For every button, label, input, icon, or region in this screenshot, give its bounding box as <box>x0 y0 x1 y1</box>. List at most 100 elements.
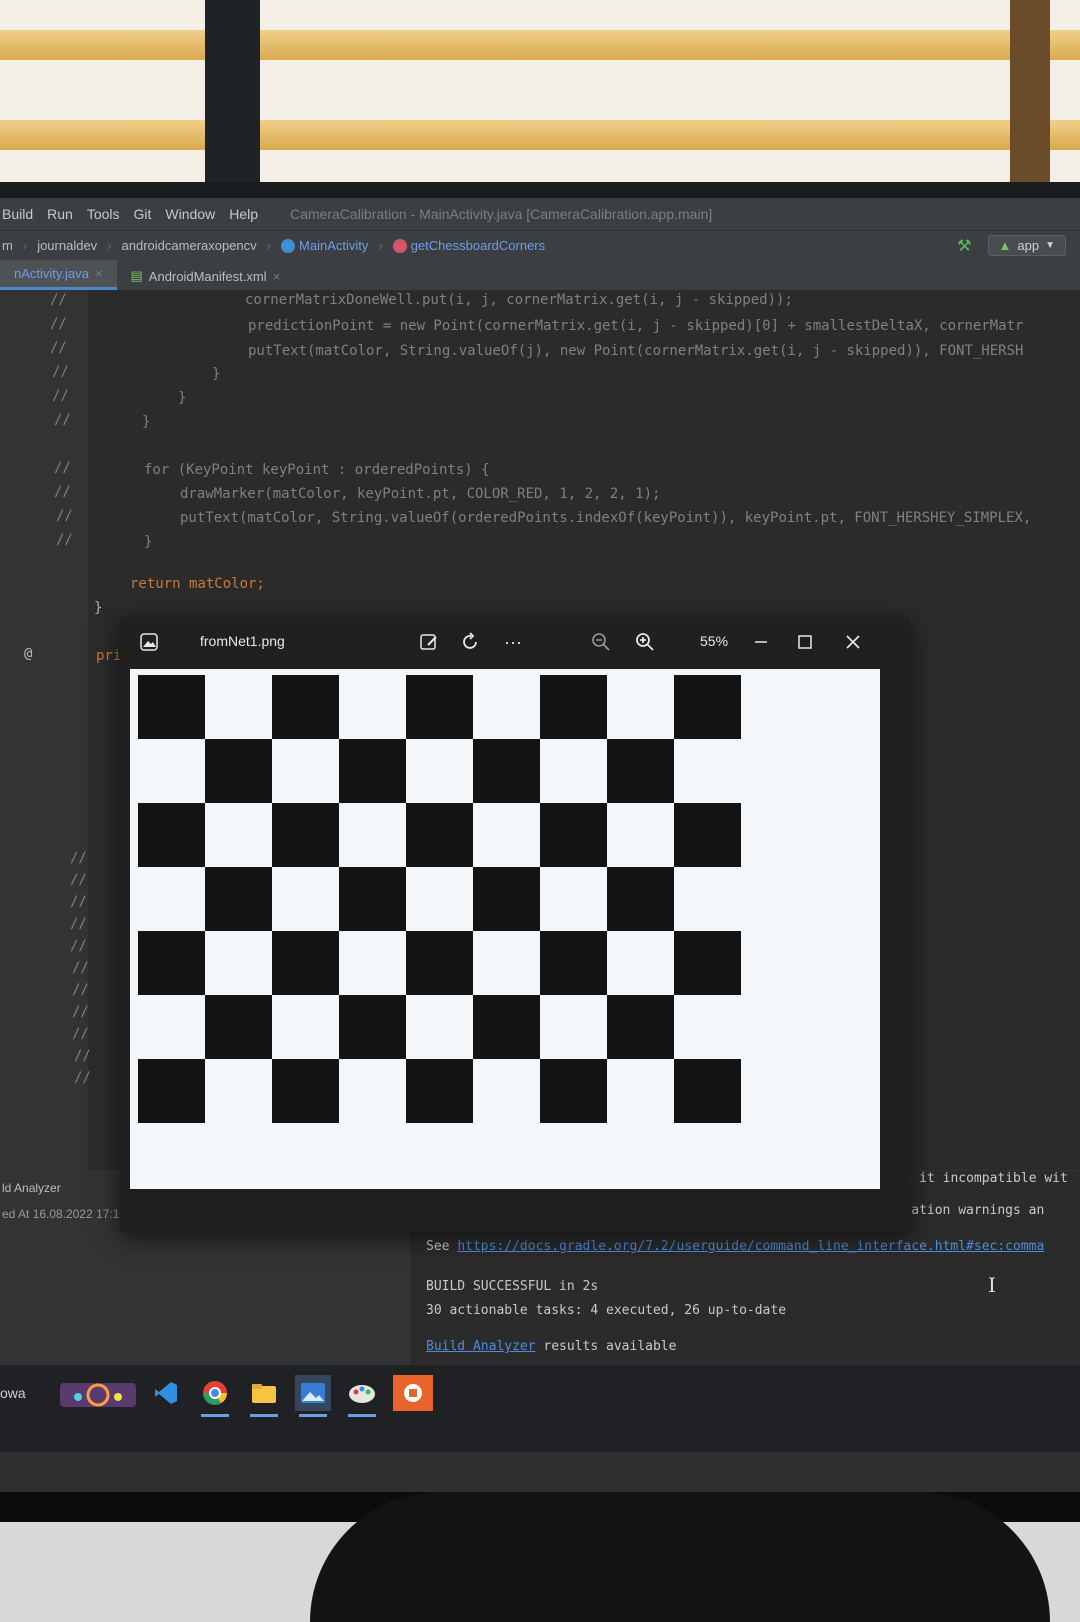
zoom-level: 55% <box>700 633 729 649</box>
maximize-icon[interactable] <box>794 631 816 653</box>
breadcrumb-class-label: MainActivity <box>299 238 369 253</box>
menu-bar: Build Run Tools Git Window Help CameraCa… <box>0 198 1080 230</box>
console-line: 30 actionable tasks: 4 executed, 26 up-t… <box>426 1303 787 1318</box>
console-line: Build Analyzer results available <box>426 1339 676 1354</box>
chessboard-square <box>406 931 473 995</box>
comment-marker: // <box>72 960 89 976</box>
menu-help[interactable]: Help <box>229 206 258 222</box>
code-line: } <box>212 366 221 382</box>
code-line: } <box>144 534 153 550</box>
code-line: cornerMatrixDoneWell.put(i, j, cornerMat… <box>245 292 793 308</box>
chessboard-square <box>607 995 674 1059</box>
chessboard-square <box>406 1059 473 1123</box>
hammer-icon[interactable]: ⚒ <box>957 236 971 256</box>
comment-marker: // <box>52 388 69 404</box>
breadcrumb-item[interactable]: journaldev <box>37 238 97 253</box>
chessboard-square <box>674 1059 741 1123</box>
chessboard-square <box>339 867 406 931</box>
menu-window[interactable]: Window <box>165 206 215 222</box>
zoom-in-icon[interactable] <box>634 631 656 653</box>
comment-marker: // <box>54 412 71 428</box>
chessboard-square <box>138 931 205 995</box>
menu-run[interactable]: Run <box>47 206 73 222</box>
chevron-right-icon: › <box>22 238 28 253</box>
close-icon[interactable] <box>842 631 864 653</box>
comment-marker: // <box>72 1004 89 1020</box>
console-results-label: results available <box>543 1339 677 1354</box>
close-icon[interactable]: × <box>95 266 103 281</box>
breadcrumb-item[interactable]: androidcameraxopencv <box>122 238 257 253</box>
code-line: } <box>178 390 187 406</box>
image-filename: fromNet1.png <box>200 633 285 649</box>
vscode-icon[interactable] <box>148 1375 184 1411</box>
code-line: predictionPoint = new Point(cornerMatrix… <box>248 318 1024 334</box>
viewer-titlebar: fromNet1.png ··· 55% <box>120 617 910 667</box>
chessboard-square <box>473 867 540 931</box>
chessboard-square <box>205 867 272 931</box>
chessboard-square <box>138 1059 205 1123</box>
chessboard-square <box>473 739 540 803</box>
comment-marker: // <box>70 894 87 910</box>
code-line: putText(matColor, String.valueOf(j), new… <box>248 343 1024 359</box>
taskbar-label: owa <box>0 1385 26 1401</box>
comment-marker: // <box>70 872 87 888</box>
taskbar: owa <box>0 1365 1080 1453</box>
comment-marker: // <box>74 1048 91 1064</box>
more-options-icon[interactable]: ··· <box>502 631 524 653</box>
chevron-right-icon: › <box>107 238 112 253</box>
android-icon: ▲ <box>998 238 1012 253</box>
window-blinds-background <box>0 0 1080 190</box>
chessboard-square <box>138 803 205 867</box>
chessboard-image <box>130 669 880 1189</box>
close-icon[interactable]: × <box>273 269 281 284</box>
chrome-icon[interactable] <box>197 1375 233 1417</box>
window-title: CameraCalibration - MainActivity.java [C… <box>290 206 713 222</box>
code-area: // cornerMatrixDoneWell.put(i, j, corner… <box>0 290 1031 1086</box>
gradle-docs-link[interactable]: https://docs.gradle.org/7.2/userguide/co… <box>457 1239 1044 1254</box>
comment-marker: // <box>54 484 71 500</box>
menu-build[interactable]: Build <box>2 206 33 222</box>
chessboard-square <box>272 931 339 995</box>
comment-marker: // <box>50 340 67 356</box>
photo-viewer-window: fromNet1.png ··· 55% <box>120 617 910 1232</box>
code-line: drawMarker(matColor, keyPoint.pt, COLOR_… <box>180 486 661 502</box>
chessboard-square <box>540 675 607 739</box>
comment-marker: // <box>70 916 87 932</box>
edit-image-icon[interactable] <box>418 631 440 653</box>
breadcrumb-class[interactable]: MainActivity <box>281 238 368 253</box>
breadcrumb-item[interactable]: m <box>2 238 13 253</box>
minimize-icon[interactable] <box>750 631 772 653</box>
chessboard-square <box>138 675 205 739</box>
breadcrumb: m › journaldev › androidcameraxopencv › … <box>0 230 1080 260</box>
run-config-label: app <box>1017 238 1040 253</box>
breadcrumb-method[interactable]: getChessboardCorners <box>392 238 545 253</box>
build-analyzer-tab[interactable]: ld Analyzer <box>2 1181 61 1195</box>
tab-main-activity[interactable]: nActivity.java × <box>0 260 117 290</box>
chevron-right-icon: › <box>266 238 272 253</box>
office-icon[interactable] <box>393 1375 433 1411</box>
run-config-select[interactable]: ▲ app ▼ <box>987 235 1066 256</box>
zoom-out-icon[interactable] <box>590 631 612 653</box>
at-marker: @ <box>24 646 33 662</box>
chessboard-square <box>406 675 473 739</box>
build-analyzer-link[interactable]: Build Analyzer <box>426 1339 536 1354</box>
chevron-down-icon: ▼ <box>1045 240 1055 251</box>
menu-git[interactable]: Git <box>134 206 152 222</box>
photos-app-icon <box>138 631 160 653</box>
monitor-stand <box>310 1492 1050 1622</box>
file-explorer-icon[interactable] <box>246 1375 282 1417</box>
ferris-wheel-app-icon[interactable] <box>58 1375 138 1411</box>
comment-marker: // <box>50 316 67 332</box>
chessboard-square <box>339 739 406 803</box>
photos-icon[interactable] <box>295 1375 331 1417</box>
paint-icon[interactable] <box>344 1375 380 1417</box>
class-icon <box>281 238 296 253</box>
comment-marker: // <box>56 532 73 548</box>
code-line: } <box>142 414 151 430</box>
rotate-icon[interactable] <box>460 631 482 653</box>
console-line: See https://docs.gradle.org/7.2/userguid… <box>426 1239 1044 1254</box>
menu-tools[interactable]: Tools <box>87 206 120 222</box>
chessboard-square <box>674 803 741 867</box>
comment-marker: // <box>56 508 73 524</box>
tab-android-manifest[interactable]: ▤ AndroidManifest.xml × <box>117 262 295 290</box>
